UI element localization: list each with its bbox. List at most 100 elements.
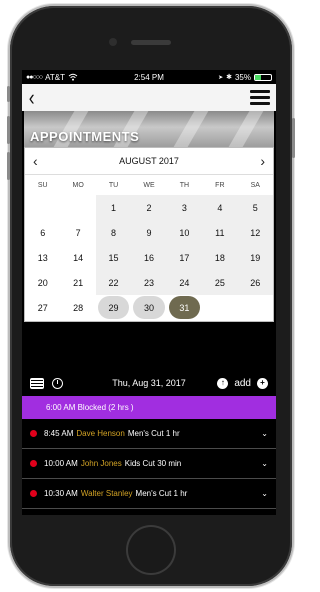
empty-day-cell [237,295,273,320]
mute-switch [7,86,10,102]
add-icon[interactable]: + [257,377,268,389]
page-title: APPOINTMENTS [30,129,140,144]
calendar-day[interactable]: 7 [60,220,95,245]
next-month-icon[interactable]: › [260,153,265,169]
calendar-day[interactable]: 21 [60,270,95,295]
calendar-day[interactable]: 24 [166,270,203,295]
appointments-banner: APPOINTMENTS [24,111,274,147]
app-screen: ●●○○○ AT&T 2:54 PM ➤ ✱ 35% ‹ APPOINTMENT… [22,70,276,515]
volume-down-button [7,152,10,180]
calendar-day[interactable]: 1 [95,195,132,220]
home-button[interactable] [128,527,174,573]
battery-icon [253,73,272,81]
appointment-row[interactable]: 10:30 AM Walter Stanley Men's Cut 1 hr ⌄ [22,479,276,509]
calendar: ‹ AUGUST 2017 › SU MO TU WE TH FR SA 123456789… [24,147,274,322]
calendar-day[interactable]: 31 [168,296,201,319]
calendar-day[interactable]: 8 [95,220,132,245]
power-button [292,118,295,158]
calendar-day[interactable]: 17 [166,245,203,270]
status-bar: ●●○○○ AT&T 2:54 PM ➤ ✱ 35% [22,70,276,84]
location-icon: ➤ [218,74,224,81]
appointment-client: John Jones [80,459,122,468]
calendar-day[interactable]: 22 [95,270,132,295]
calendar-day[interactable]: 26 [237,270,273,295]
calendar-day[interactable]: 2 [131,195,167,220]
calendar-grid: 1 2 3 4 5 6 7 8 9 10 11 12 13 14 15 16 17 18 19 20 21 22 23 24 2… [25,195,273,320]
volume-up-button [7,116,10,144]
carrier-label: AT&T [45,72,65,82]
prev-month-icon[interactable]: ‹ [33,153,38,169]
day-toolbar: Thu, Aug 31, 2017 ↑ add + [22,370,276,396]
appointment-client: Dave Henson [76,429,125,438]
calendar-day[interactable]: 4 [202,195,238,220]
spacer [22,322,276,370]
weekday-label: MO [72,181,84,189]
weekday-label: TU [108,181,119,189]
appointment-time: 10:30 AM [44,489,78,498]
weekday-label: SU [37,181,48,189]
bluetooth-icon: ✱ [226,74,232,81]
calendar-day[interactable]: 29 [97,296,130,319]
weekday-label: SA [250,181,260,189]
add-label[interactable]: add [234,378,251,389]
blocked-time-row[interactable]: 6:00 AM Blocked (2 hrs ) [22,396,276,419]
calendar-day[interactable]: 28 [60,295,95,320]
appointment-time: 10:00 AM [44,459,78,468]
appointment-service: Men's Cut 1 hr [135,489,188,498]
weekday-label: FR [215,181,225,189]
calendar-month-label: AUGUST 2017 [119,156,179,166]
appointment-row[interactable]: 8:45 AM Dave Henson Men's Cut 1 hr ⌄ [22,419,276,449]
calendar-day[interactable]: 16 [131,245,167,270]
nav-bar: ‹ [22,84,276,111]
appointment-client: Walter Stanley [80,489,133,498]
front-camera [109,38,117,46]
calendar-day[interactable]: 9 [131,220,167,245]
calendar-day[interactable]: 30 [133,296,165,319]
weekday-header: SU MO TU WE TH FR SA [25,175,273,195]
empty-day-cell [202,295,238,320]
chevron-down-icon[interactable]: ⌄ [261,459,268,468]
calendar-day[interactable]: 23 [131,270,167,295]
status-time: 2:54 PM [134,72,164,82]
appointment-list: 8:45 AM Dave Henson Men's Cut 1 hr ⌄ 10:00 A… [22,419,276,509]
empty-day-cell [60,195,96,220]
calendar-day[interactable]: 18 [202,245,238,270]
back-icon[interactable]: ‹ [29,86,35,109]
calendar-day[interactable]: 5 [237,195,273,220]
chevron-down-icon[interactable]: ⌄ [261,489,268,498]
calendar-day[interactable]: 6 [25,220,60,245]
status-dot-icon [30,430,37,437]
calendar-header: ‹ AUGUST 2017 › [25,148,273,175]
weekday-label: WE [143,181,155,189]
hamburger-menu-icon[interactable] [250,90,270,105]
selected-date: Thu, Aug 31, 2017 [112,378,186,388]
battery-percent: 35% [234,72,251,82]
calendar-day[interactable]: 10 [166,220,203,245]
calendar-day[interactable]: 25 [202,270,238,295]
blocked-label: 6:00 AM Blocked (2 hrs ) [46,403,134,412]
appointment-service: Kids Cut 30 min [124,459,182,468]
calendar-day[interactable]: 12 [237,220,273,245]
clock-icon[interactable] [52,377,63,389]
empty-day-cell [25,195,61,220]
calendar-day[interactable]: 15 [95,245,132,270]
signal-strength: ●●○○○ [26,73,43,81]
scroll-up-icon[interactable]: ↑ [217,377,229,389]
status-dot-icon [30,490,37,497]
calendar-day[interactable]: 11 [202,220,238,245]
calendar-day[interactable]: 27 [25,295,60,320]
status-dot-icon [30,460,37,467]
earpiece-speaker [131,40,171,45]
calendar-day[interactable]: 14 [60,245,95,270]
calendar-day[interactable]: 3 [166,195,203,220]
wifi-icon [68,73,78,81]
appointment-row[interactable]: 10:00 AM John Jones Kids Cut 30 min ⌄ [22,449,276,479]
appointment-service: Men's Cut 1 hr [127,429,180,438]
calendar-day[interactable]: 20 [25,270,60,295]
chevron-down-icon[interactable]: ⌄ [261,429,268,438]
weekday-label: TH [179,181,190,189]
list-view-icon[interactable] [30,377,44,389]
appointment-time: 8:45 AM [44,429,74,438]
calendar-day[interactable]: 19 [237,245,273,270]
calendar-day[interactable]: 13 [25,245,60,270]
